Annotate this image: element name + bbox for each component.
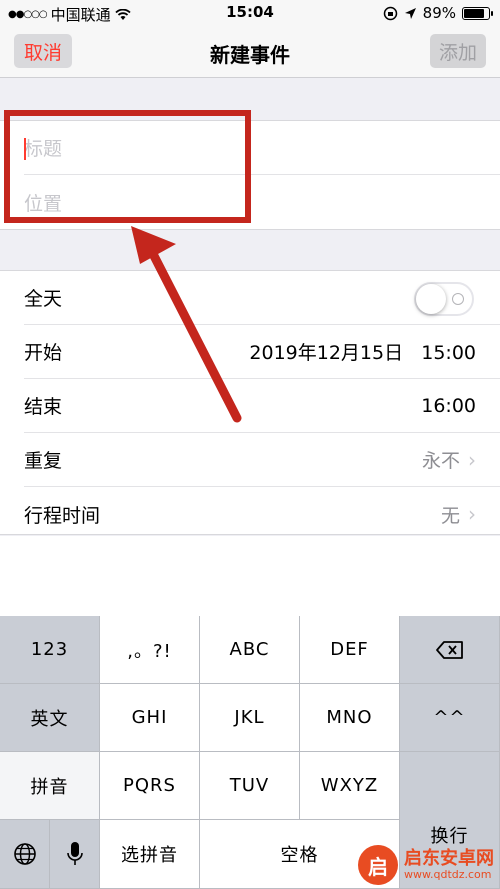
key-pinyin[interactable]: 拼音 [0, 752, 100, 820]
watermark-text: 启东安卓网 www.qdtdz.com [404, 849, 494, 881]
battery-icon [462, 6, 493, 20]
all-day-row: 全天 [24, 271, 500, 325]
key-wxyz[interactable]: WXYZ [300, 752, 400, 820]
key-def[interactable]: DEF [300, 616, 400, 684]
end-row[interactable]: 结束 16:00 [24, 379, 500, 433]
watermark-logo-icon: 启 [358, 845, 398, 885]
all-day-toggle[interactable] [414, 282, 474, 316]
travel-time-row[interactable]: 行程时间 无 › [24, 487, 500, 541]
watermark: 启 启东安卓网 www.qdtdz.com [358, 845, 494, 885]
key-pqrs[interactable]: PQRS [100, 752, 200, 820]
annotation-highlight-box [4, 110, 251, 223]
battery-percent: 89% [422, 4, 456, 22]
battery-fill [464, 8, 484, 18]
key-tuv[interactable]: TUV [200, 752, 300, 820]
keyboard: 123 ,。?! ABC DEF 英文 GHI JKL MNO ^^ 拼音 PQ… [0, 616, 500, 889]
key-punctuation[interactable]: ,。?! [100, 616, 200, 684]
start-label: 开始 [24, 342, 63, 364]
key-abc[interactable]: ABC [200, 616, 300, 684]
microphone-icon [66, 842, 83, 865]
add-button[interactable]: 添加 [430, 34, 486, 68]
watermark-url: www.qdtdz.com [404, 867, 492, 881]
travel-time-label: 行程时间 [24, 504, 101, 527]
key-ghi[interactable]: GHI [100, 684, 200, 752]
key-emoji[interactable]: ^^ [400, 684, 500, 752]
dictation-key[interactable] [50, 820, 100, 889]
key-123[interactable]: 123 [0, 616, 100, 684]
globe-icon [13, 843, 36, 865]
end-time[interactable]: 16:00 [421, 395, 476, 417]
travel-time-value: 无 [440, 504, 460, 527]
page-title: 新建事件 [210, 43, 290, 67]
start-date: 2019年12月15日 [249, 342, 404, 364]
key-mno[interactable]: MNO [300, 684, 400, 752]
start-value[interactable]: 2019年12月15日 15:00 [249, 338, 476, 365]
key-english[interactable]: 英文 [0, 684, 100, 752]
key-jkl[interactable]: JKL [200, 684, 300, 752]
status-bar: ●●○○○ 中国联通 15:04 89% [0, 0, 500, 26]
repeat-value-wrap: 永不 › [422, 446, 476, 473]
form-bottom-area [0, 536, 500, 616]
chevron-right-icon: › [468, 447, 476, 472]
backspace-key[interactable] [400, 616, 500, 684]
key-select-pinyin[interactable]: 选拼音 [100, 820, 200, 889]
end-label: 结束 [24, 396, 63, 418]
travel-value-wrap: 无 › [441, 501, 476, 528]
toggle-knob [416, 284, 446, 314]
backspace-icon [435, 640, 463, 659]
watermark-name: 启东安卓网 [404, 848, 494, 870]
event-details-group: 全天 开始 2019年12月15日 15:00 结束 16:00 重复 永不 ›… [0, 270, 500, 535]
globe-key[interactable] [0, 820, 50, 889]
repeat-row[interactable]: 重复 永不 › [24, 433, 500, 487]
repeat-label: 重复 [24, 450, 63, 472]
start-row[interactable]: 开始 2019年12月15日 15:00 [24, 325, 500, 379]
rotation-lock-icon [383, 6, 397, 20]
repeat-value: 永不 [421, 450, 460, 472]
location-arrow-icon [404, 7, 416, 19]
toggle-off-indicator-icon [452, 293, 464, 305]
start-time: 15:00 [421, 342, 476, 364]
chevron-right-icon: › [468, 502, 476, 526]
nav-bar: 取消 新建事件 添加 [0, 26, 500, 78]
status-right: 89% [383, 4, 493, 22]
all-day-label: 全天 [24, 288, 63, 310]
